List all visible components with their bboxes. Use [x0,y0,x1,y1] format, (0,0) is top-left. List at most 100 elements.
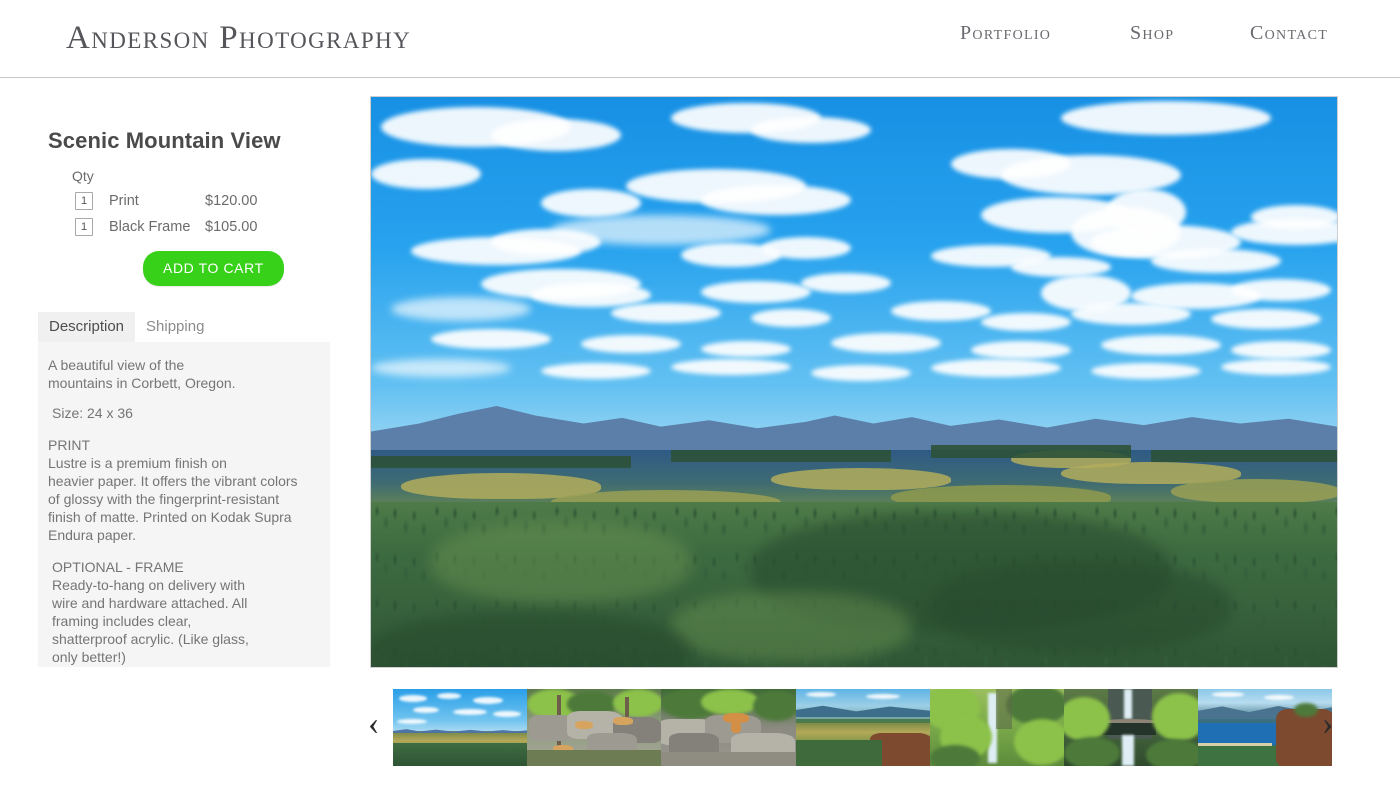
thumbnail-5[interactable] [930,689,1064,766]
product-detail-tabs: Description Shipping [38,312,215,342]
cloud [806,692,836,697]
cloud [1071,303,1191,325]
hero-product-image[interactable] [370,96,1338,668]
ground [661,752,796,766]
description-panel: A beautiful view of the mountains in Cor… [38,342,330,667]
description-intro: A beautiful view of the mountains in Cor… [48,357,236,391]
description-frame-body: Ready-to-hang on delivery with wire and … [52,577,249,665]
qty-input-print[interactable]: 1 [75,192,93,210]
qty-input-black-frame[interactable]: 1 [75,218,93,236]
cloud [371,159,481,189]
cloud [1221,359,1331,375]
tab-description[interactable]: Description [38,312,136,342]
add-to-cart-button[interactable]: ADD TO CART [143,251,284,286]
foliage [613,689,661,717]
forest-highlight [671,591,911,662]
foliage [1146,739,1198,766]
ground [527,750,661,766]
cloud [611,303,721,323]
cloud [491,119,621,151]
bridge-arch [1102,723,1156,735]
page-root: Anderson Photography Portfolio Shop Cont… [0,0,1400,788]
cloud [1011,257,1111,277]
option-price-print: $120.00 [205,193,258,209]
field [1171,478,1337,503]
cloud [751,309,831,327]
cloud [931,359,1061,377]
site-logo[interactable]: Anderson Photography [66,20,411,57]
lower-falls [1122,735,1134,766]
thumbnail-1[interactable] [393,689,527,766]
cloud [531,283,651,307]
thumbnail-4[interactable] [796,689,930,766]
chevron-left-icon[interactable]: ‹ [368,707,379,741]
cloud [493,711,521,717]
foliage [1064,737,1120,766]
option-label-print: Print [109,193,139,209]
cloud [671,359,791,375]
option-price-black-frame: $105.00 [205,219,258,235]
cloud [1211,309,1321,329]
cloud [1264,695,1294,700]
cloud [1212,692,1244,697]
tree-row [371,456,631,469]
thumbnail-strip [393,689,1332,766]
cloud [399,695,427,702]
page-title: Scenic Mountain View [48,128,281,153]
cloud [801,273,891,293]
description-frame-heading: OPTIONAL - FRAME [52,559,184,575]
thumbnail-3[interactable] [661,689,796,766]
cloud [701,281,811,303]
cloud [761,237,851,259]
site-header: Anderson Photography Portfolio Shop Cont… [0,0,1400,78]
chevron-right-icon[interactable]: › [1322,707,1333,741]
lion [613,717,633,725]
cliff-face [996,689,1012,729]
thumbnail-6[interactable] [1064,689,1198,766]
option-row-print: 1 Print $120.00 [75,192,338,210]
cloud [453,709,487,715]
cloud [1151,249,1281,273]
forest-layer [371,501,1337,667]
cloud [751,117,871,143]
cloud [1061,101,1271,135]
nav-item-contact[interactable]: Contact [1250,22,1328,45]
tab-shipping[interactable]: Shipping [135,312,215,342]
tree-row [1151,450,1337,463]
foliage [930,745,980,766]
cloud [371,359,511,377]
foliage [753,691,796,721]
description-size: Size: 24 x 36 [52,405,133,421]
cloud [981,313,1071,331]
cloud [431,329,551,349]
cloud [1251,205,1337,229]
cloud [413,707,439,713]
lion [575,721,593,729]
cloud [541,189,641,217]
nav-item-portfolio[interactable]: Portfolio [960,22,1051,45]
cloud [1231,279,1331,301]
foliage [1294,703,1318,717]
cloud [541,363,651,379]
cloud [971,341,1071,359]
field [771,467,951,490]
description-print-heading: PRINT [48,437,90,453]
cloud [1101,335,1221,355]
tree-row [671,450,891,463]
qty-column-label: Qty [72,168,94,184]
cloud [491,229,601,255]
description-print-body: Lustre is a premium finish on heavier pa… [48,455,298,543]
thumbnail-7[interactable] [1198,689,1332,766]
foliage [1152,693,1198,741]
foliage [1014,719,1064,765]
option-label-black-frame: Black Frame [109,219,191,235]
nav-item-shop[interactable]: Shop [1130,22,1174,45]
thumbnail-2[interactable] [527,689,661,766]
cloud [866,694,900,699]
cloud [831,333,941,353]
cloud [891,301,991,321]
forest-shadow [931,561,1231,652]
cloud [397,719,427,724]
